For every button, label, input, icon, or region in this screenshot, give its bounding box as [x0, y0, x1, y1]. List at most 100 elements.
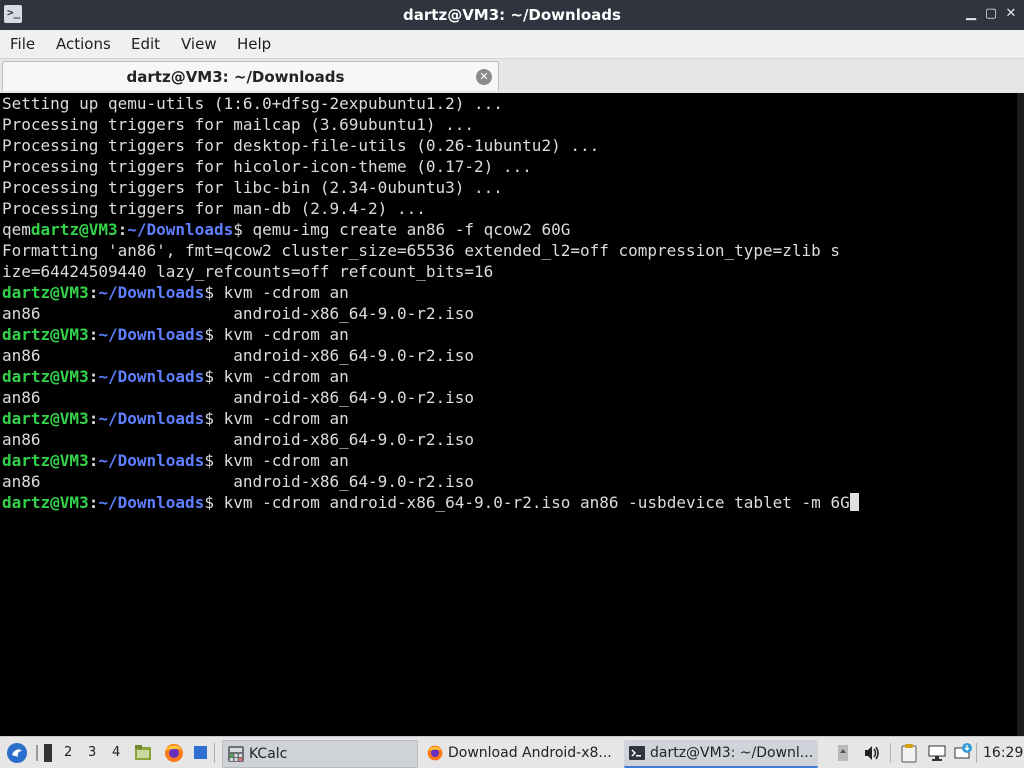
- prompt-dollar: $: [204, 451, 224, 470]
- prompt-colon: :: [117, 220, 128, 239]
- menu-actions[interactable]: Actions: [56, 30, 111, 58]
- taskbar-separator: [36, 745, 38, 761]
- workspace-2[interactable]: 2: [64, 737, 72, 768]
- terminal-line: dartz@VM3:~/Downloads$ kvm -cdrom an: [2, 450, 349, 471]
- prompt-colon: :: [88, 451, 99, 470]
- show-desktop-icon: [194, 746, 207, 759]
- terminal-output[interactable]: Setting up qemu-utils (1:6.0+dfsg-2expub…: [0, 93, 1022, 736]
- taskbar-separator: [214, 743, 215, 763]
- task-label: KCalc: [249, 746, 288, 762]
- command-text: kvm -cdrom an: [223, 409, 349, 428]
- prompt-dollar: $: [233, 220, 253, 239]
- clock[interactable]: 16:29: [983, 737, 1023, 768]
- show-desktop-button[interactable]: [192, 737, 210, 768]
- prompt-user: dartz@VM3: [2, 409, 89, 428]
- command-text: kvm -cdrom an: [223, 367, 349, 386]
- completion-line: an86 android-x86_64-9.0-r2.iso: [2, 304, 475, 323]
- prompt-colon: :: [88, 325, 99, 344]
- prompt-dollar: $: [204, 493, 224, 512]
- tab-close-icon[interactable]: ✕: [476, 69, 492, 85]
- task-browser[interactable]: Download Android-x8...: [422, 740, 618, 766]
- prompt-colon: :: [88, 493, 99, 512]
- clipboard-icon: [901, 744, 917, 763]
- command-text: kvm -cdrom an: [223, 451, 349, 470]
- command-input[interactable]: kvm -cdrom android-x86_64-9.0-r2.iso an8…: [224, 493, 850, 512]
- terminal-line: Processing triggers for hicolor-icon-the…: [2, 157, 532, 176]
- completion-line: an86 android-x86_64-9.0-r2.iso: [2, 346, 475, 365]
- window-titlebar[interactable]: >_ dartz@VM3: ~/Downloads ▁ ▢ ✕: [0, 0, 1024, 30]
- taskbar-separator: [976, 743, 977, 763]
- command-text: kvm -cdrom an: [223, 325, 349, 344]
- tab-bar: dartz@VM3: ~/Downloads ✕: [0, 59, 1024, 93]
- taskbar-separator: [890, 743, 891, 763]
- prompt-path: ~/Downloads: [98, 409, 205, 428]
- terminal-line: Processing triggers for man-db (2.9.4-2)…: [2, 199, 426, 218]
- terminal-line: ize=64424509440 lazy_refcounts=off refco…: [2, 262, 494, 281]
- menu-file[interactable]: File: [10, 30, 35, 58]
- terminal-tab[interactable]: dartz@VM3: ~/Downloads ✕: [2, 61, 499, 91]
- terminal-scrollbar[interactable]: [1017, 93, 1024, 736]
- terminal-line: Processing triggers for desktop-file-uti…: [2, 136, 600, 155]
- clipboard-button[interactable]: [898, 737, 920, 768]
- prompt-dollar: $: [204, 367, 224, 386]
- workspace-3[interactable]: 3: [88, 737, 96, 768]
- prompt-path: ~/Downloads: [98, 367, 205, 386]
- minimize-button[interactable]: ▁: [963, 6, 979, 22]
- prompt-path: ~/Downloads: [98, 451, 205, 470]
- updates-icon: [954, 743, 972, 759]
- workspace-1[interactable]: [42, 737, 54, 768]
- prompt-dollar: $: [204, 283, 224, 302]
- menu-edit[interactable]: Edit: [131, 30, 160, 58]
- terminal-icon: [629, 746, 645, 760]
- prompt-user: dartz@VM3: [2, 451, 89, 470]
- file-manager-launcher[interactable]: [132, 737, 154, 768]
- prompt-colon: :: [88, 283, 99, 302]
- window-title: dartz@VM3: ~/Downloads: [403, 6, 621, 24]
- maximize-button[interactable]: ▢: [983, 6, 999, 22]
- task-label: Download Android-x8...: [448, 745, 612, 761]
- volume-icon: [865, 746, 879, 760]
- tray-expand-icon: [838, 745, 848, 761]
- terminal-line: Processing triggers for mailcap (3.69ubu…: [2, 115, 475, 134]
- arrow-up-icon: [840, 749, 846, 753]
- start-menu-icon: [7, 743, 27, 763]
- prompt-path: ~/Downloads: [98, 283, 205, 302]
- volume-button[interactable]: [862, 737, 882, 768]
- prompt-path: ~/Downloads: [127, 220, 234, 239]
- updates-button[interactable]: [952, 737, 974, 768]
- task-terminal[interactable]: dartz@VM3: ~/Downl...: [624, 740, 818, 768]
- prompt-path: ~/Downloads: [98, 325, 205, 344]
- start-menu-button[interactable]: [4, 737, 30, 768]
- terminal-line: Formatting 'an86', fmt=qcow2 cluster_siz…: [2, 241, 841, 260]
- prompt-user: dartz@VM3: [2, 283, 89, 302]
- terminal-line: qemdartz@VM3:~/Downloads$ qemu-img creat…: [2, 219, 570, 240]
- taskbar: 2 3 4 KCalc Download Android-x8... dartz…: [0, 736, 1024, 768]
- close-button[interactable]: ✕: [1003, 6, 1019, 22]
- completion-line: an86 android-x86_64-9.0-r2.iso: [2, 472, 475, 491]
- tray-expand-button[interactable]: [836, 737, 850, 768]
- terminal-line: dartz@VM3:~/Downloads$ kvm -cdrom an: [2, 408, 349, 429]
- menu-help[interactable]: Help: [237, 30, 271, 58]
- workspace-active-indicator: [44, 744, 52, 762]
- kcalc-icon: [228, 746, 244, 762]
- terminal-line: dartz@VM3:~/Downloads$ kvm -cdrom an: [2, 324, 349, 345]
- command-text: kvm -cdrom an: [223, 283, 349, 302]
- prompt-dollar: $: [204, 325, 224, 344]
- firefox-launcher[interactable]: [162, 737, 186, 768]
- file-manager-icon: [135, 745, 151, 760]
- completion-line: an86 android-x86_64-9.0-r2.iso: [2, 388, 475, 407]
- terminal-line: dartz@VM3:~/Downloads$ kvm -cdrom androi…: [2, 492, 859, 513]
- network-button[interactable]: [926, 737, 948, 768]
- text-cursor: [849, 493, 859, 511]
- line-prefix: qem: [2, 220, 31, 239]
- terminal-line: dartz@VM3:~/Downloads$ kvm -cdrom an: [2, 366, 349, 387]
- network-icon: [928, 745, 946, 761]
- prompt-user: dartz@VM3: [2, 493, 89, 512]
- prompt-colon: :: [88, 409, 99, 428]
- command-text: qemu-img create an86 -f qcow2 60G: [252, 220, 571, 239]
- terminal-line: Processing triggers for libc-bin (2.34-0…: [2, 178, 503, 197]
- menu-view[interactable]: View: [181, 30, 217, 58]
- tab-label: dartz@VM3: ~/Downloads: [126, 68, 345, 86]
- workspace-4[interactable]: 4: [112, 737, 120, 768]
- task-kcalc[interactable]: KCalc: [222, 740, 418, 768]
